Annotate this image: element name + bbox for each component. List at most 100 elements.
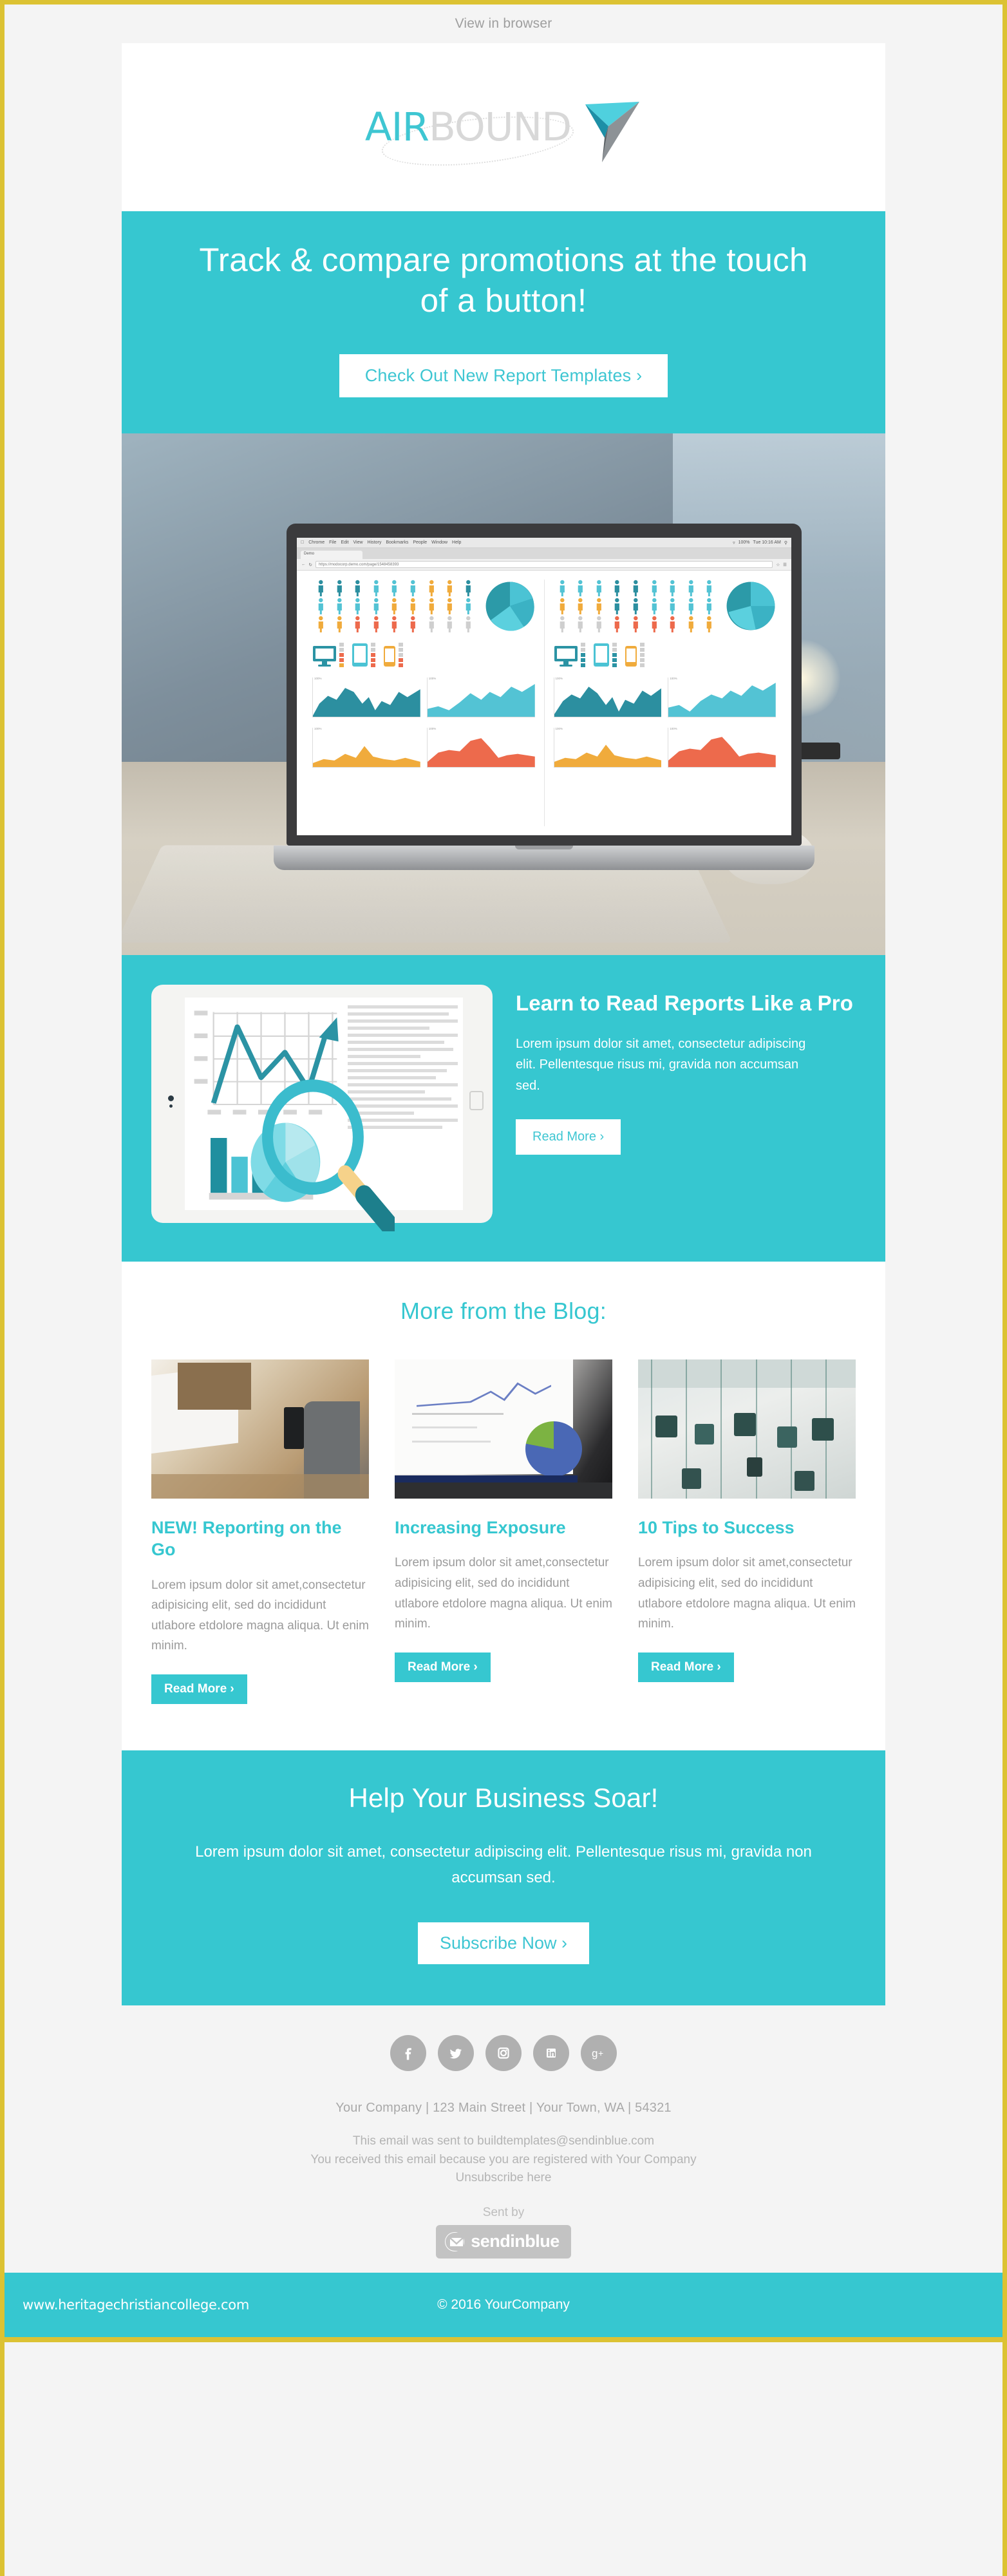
cta-body: Lorem ipsum dolor sit amet, consectetur … bbox=[193, 1839, 814, 1892]
menubar-clock: Tue 10:16 AM bbox=[753, 540, 781, 545]
blog-grid: NEW! Reporting on the Go Lorem ipsum dol… bbox=[151, 1359, 856, 1703]
menubar-file: File bbox=[329, 540, 336, 545]
area-chart-light-teal: 100% bbox=[668, 677, 776, 717]
subscribe-button[interactable]: Subscribe Now › bbox=[418, 1922, 589, 1964]
menubar-status-icons: ▿ 100% Tue 10:16 AM ⚲ bbox=[733, 540, 787, 545]
menubar-people: People bbox=[413, 540, 427, 545]
blog-read-more-button[interactable]: Read More › bbox=[395, 1653, 491, 1682]
footer-address: Your Company | 123 Main Street | Your To… bbox=[5, 2101, 1002, 2116]
laptop-base bbox=[274, 846, 814, 870]
footer-registered: You received this email because you are … bbox=[5, 2151, 1002, 2170]
wifi-icon: ▿ bbox=[733, 540, 735, 545]
tablet-camera-icon bbox=[168, 1095, 174, 1111]
reload-icon[interactable]: ↻ bbox=[309, 562, 312, 567]
laptop-lid:  Chrome File Edit View History Bookmark… bbox=[287, 524, 802, 846]
dashboard-content: 100% 100% 100% 100% 100% 100% 100% 100% bbox=[297, 571, 791, 835]
feature-text: Learn to Read Reports Like a Pro Lorem i… bbox=[516, 985, 856, 1223]
area-chart-row-teal: 100% 100% bbox=[312, 677, 535, 717]
blog-read-more-button[interactable]: Read More › bbox=[638, 1653, 734, 1682]
email-body: AIR BOUND Track & compare promotions at … bbox=[122, 43, 885, 2005]
sendinblue-logo[interactable]: sendinblue bbox=[436, 2225, 571, 2259]
paper-plane-icon bbox=[572, 93, 642, 162]
menubar-edit: Edit bbox=[341, 540, 348, 545]
browser-urlbar: ← ↻ https://modocorp.demo.com/page/15484… bbox=[297, 559, 791, 571]
view-in-browser-link[interactable]: View in browser bbox=[455, 16, 552, 32]
laptop-mockup:  Chrome File Edit View History Bookmark… bbox=[287, 524, 802, 870]
svg-text:+: + bbox=[598, 2048, 603, 2058]
cta-heading: Help Your Business Soar! bbox=[193, 1783, 814, 1814]
blog-card: NEW! Reporting on the Go Lorem ipsum dol… bbox=[151, 1359, 369, 1703]
cta-section: Help Your Business Soar! Lorem ipsum dol… bbox=[122, 1750, 885, 2006]
blog-body: Lorem ipsum dolor sit amet,consectetur a… bbox=[638, 1553, 856, 1634]
unsubscribe-link[interactable]: Unsubscribe here bbox=[456, 2171, 552, 2184]
area-chart-orange: 100% bbox=[554, 728, 662, 768]
blog-image-3[interactable] bbox=[638, 1359, 856, 1499]
star-icon[interactable]: ☆ bbox=[776, 562, 780, 567]
blog-body: Lorem ipsum dolor sit amet,consectetur a… bbox=[395, 1553, 612, 1634]
logo-text-bound: BOUND bbox=[429, 108, 571, 147]
phone-device-stat bbox=[383, 643, 403, 667]
googleplus-icon[interactable]: g + bbox=[581, 2035, 617, 2071]
area-chart-row-warm: 100% 100% bbox=[554, 728, 776, 768]
social-links: g + bbox=[5, 2035, 1002, 2071]
menubar-history: History bbox=[368, 540, 382, 545]
feature-heading: Learn to Read Reports Like a Pro bbox=[516, 990, 856, 1017]
browser-tab[interactable]: Demo bbox=[301, 551, 362, 559]
copyright-text: © 2016 YourCompany bbox=[437, 2297, 570, 2313]
pie-chart bbox=[485, 581, 535, 631]
dashboard-column-left: 100% 100% 100% 100% bbox=[303, 580, 544, 826]
menubar-bookmarks: Bookmarks bbox=[386, 540, 408, 545]
people-pictogram-chart bbox=[312, 580, 477, 632]
area-chart-red: 100% bbox=[427, 728, 535, 768]
blog-image-1[interactable] bbox=[151, 1359, 369, 1499]
area-chart-light-teal: 100% bbox=[427, 677, 535, 717]
url-input[interactable]: https://modocorp.demo.com/page/154845839… bbox=[315, 561, 773, 568]
blog-title[interactable]: Increasing Exposure bbox=[395, 1517, 612, 1539]
airbound-logo[interactable]: AIR BOUND bbox=[365, 89, 642, 166]
tablet-device-stat bbox=[593, 643, 617, 667]
area-chart-row-teal: 100% 100% bbox=[554, 677, 776, 717]
laptop-screen:  Chrome File Edit View History Bookmark… bbox=[297, 538, 791, 835]
blog-title[interactable]: NEW! Reporting on the Go bbox=[151, 1517, 369, 1560]
phone-device-stat bbox=[625, 643, 645, 667]
feature-read-more-button[interactable]: Read More › bbox=[516, 1119, 621, 1155]
tablet-charts bbox=[185, 998, 344, 1210]
hero-headline: Track & compare promotions at the touch … bbox=[199, 240, 808, 321]
menu-icon[interactable]: ☰ bbox=[783, 562, 787, 567]
linkedin-icon[interactable] bbox=[533, 2035, 569, 2071]
copyright-bar: www.heritagechristiancollege.com © 2016 … bbox=[5, 2273, 1002, 2337]
facebook-icon[interactable] bbox=[390, 2035, 426, 2071]
blog-title[interactable]: 10 Tips to Success bbox=[638, 1517, 856, 1539]
watermark-url: www.heritagechristiancollege.com bbox=[23, 2297, 249, 2313]
hero-photo:  Chrome File Edit View History Bookmark… bbox=[122, 433, 885, 955]
tablet-home-button bbox=[469, 1091, 484, 1110]
dashboard-column-right: 100% 100% 100% 100% bbox=[544, 580, 786, 826]
blog-card: Increasing Exposure Lorem ipsum dolor si… bbox=[395, 1359, 612, 1703]
sendinblue-wordmark: sendinblue bbox=[471, 2231, 560, 2251]
blog-body: Lorem ipsum dolor sit amet,consectetur a… bbox=[151, 1575, 369, 1656]
twitter-icon[interactable] bbox=[438, 2035, 474, 2071]
envelope-icon bbox=[444, 2231, 466, 2253]
footer-legal: This email was sent to buildtemplates@se… bbox=[5, 2132, 1002, 2188]
area-chart-red: 100% bbox=[668, 728, 776, 768]
blog-image-2[interactable] bbox=[395, 1359, 612, 1499]
footer-sent-by: Sent by bbox=[5, 2206, 1002, 2220]
blog-card: 10 Tips to Success Lorem ipsum dolor sit… bbox=[638, 1359, 856, 1703]
menubar-help: Help bbox=[452, 540, 461, 545]
hero-section: Track & compare promotions at the touch … bbox=[122, 211, 885, 433]
pie-chart bbox=[726, 581, 776, 631]
instagram-icon[interactable] bbox=[485, 2035, 522, 2071]
hero-cta-button[interactable]: Check Out New Report Templates › bbox=[339, 354, 668, 397]
preheader: View in browser bbox=[5, 5, 1002, 43]
apple-icon:  bbox=[301, 540, 304, 545]
back-arrow-icon[interactable]: ← bbox=[301, 562, 306, 567]
people-and-pie-row bbox=[554, 580, 776, 632]
blog-section: More from the Blog: NEW! Reporting on th… bbox=[122, 1262, 885, 1750]
menubar-view: View bbox=[353, 540, 363, 545]
device-breakdown-row bbox=[554, 643, 776, 667]
area-chart-dark-teal: 100% bbox=[312, 677, 420, 717]
browser-tabbar: Demo bbox=[297, 548, 791, 559]
device-breakdown-row bbox=[312, 643, 535, 667]
logo-text-air: AIR bbox=[365, 108, 429, 147]
blog-read-more-button[interactable]: Read More › bbox=[151, 1674, 247, 1704]
